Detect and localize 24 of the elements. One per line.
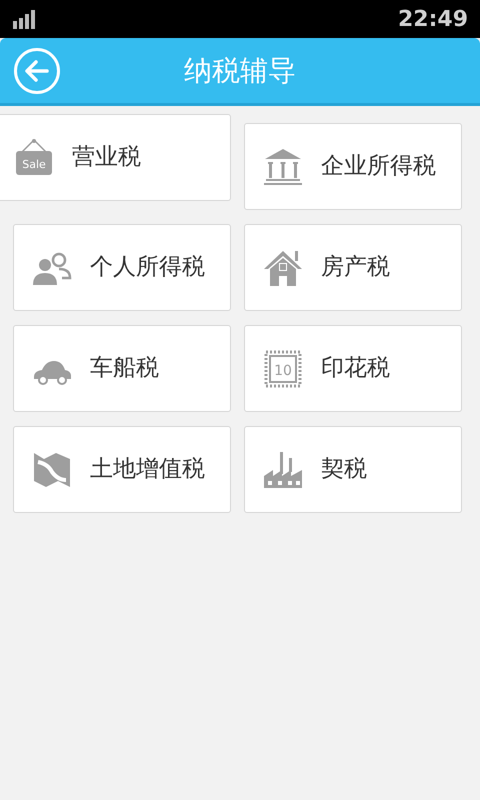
back-button[interactable] — [14, 48, 60, 94]
tax-category-card[interactable]: 个人所得税 — [13, 224, 231, 311]
signal-icon — [12, 9, 38, 29]
tax-category-card[interactable]: 10 印花税 — [244, 325, 462, 412]
category-label: 契税 — [321, 455, 367, 484]
bank-building-icon — [263, 146, 303, 186]
tax-category-card[interactable]: 企业所得税 — [244, 123, 462, 210]
category-label: 企业所得税 — [321, 152, 436, 182]
category-label: 车船税 — [90, 354, 159, 384]
factory-icon — [263, 450, 303, 490]
tax-category-card[interactable]: 土地增值税 — [13, 426, 231, 513]
category-label: 印花税 — [321, 354, 390, 384]
page-title: 纳税辅导 — [184, 52, 296, 88]
category-label: 个人所得税 — [90, 253, 205, 282]
category-label: 房产税 — [321, 253, 390, 282]
tax-category-card[interactable]: 房产税 — [244, 224, 462, 311]
stamp-icon: 10 — [263, 348, 303, 388]
tax-category-card[interactable]: Sale 营业税 — [0, 114, 231, 201]
tax-category-card[interactable]: 车船税 — [13, 325, 231, 412]
category-label: 营业税 — [72, 143, 141, 172]
tax-category-card[interactable]: 契税 — [244, 426, 462, 513]
category-label: 土地增值税 — [90, 455, 205, 484]
clock: 22:49 — [398, 6, 468, 34]
back-arrow-icon — [25, 60, 49, 82]
